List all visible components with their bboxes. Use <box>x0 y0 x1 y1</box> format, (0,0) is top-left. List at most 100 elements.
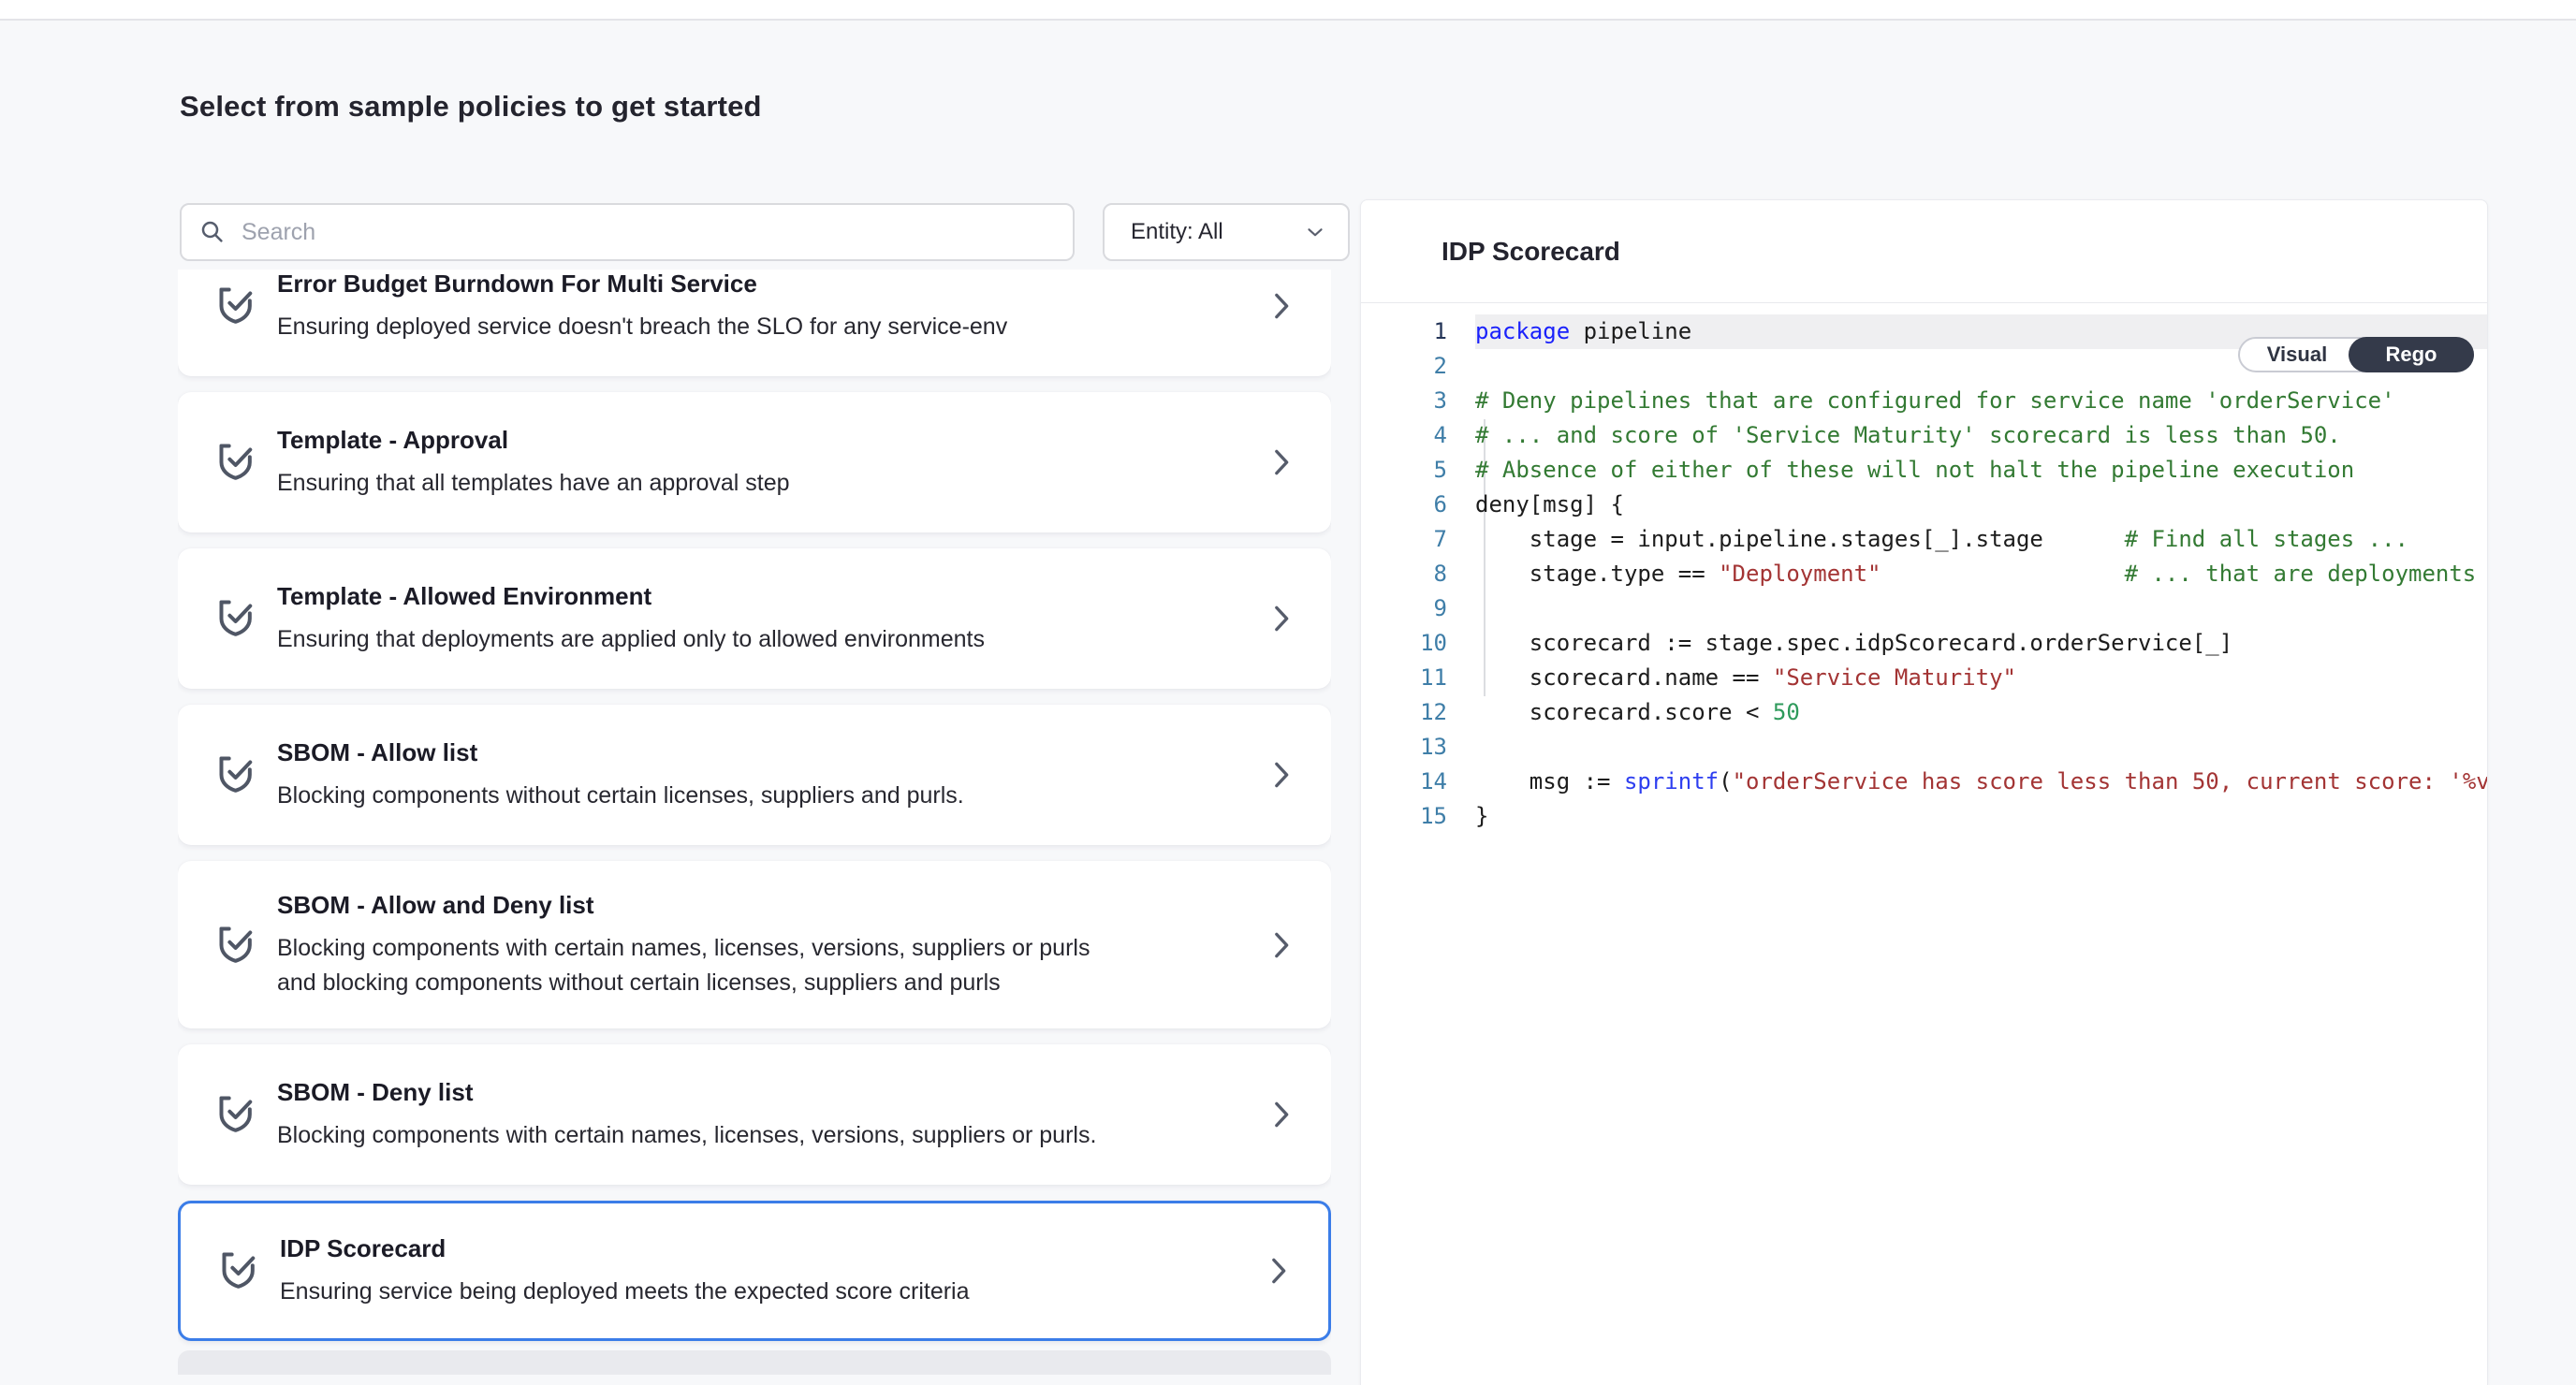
line-number: 12 <box>1361 695 1447 730</box>
code-token-plain: stage = input.pipeline.stages[_].stage <box>1475 526 2125 552</box>
code-line: 14 msg := sprintf("orderService has scor… <box>1361 765 2487 799</box>
code-token-comment: # ... and score of 'Service Maturity' sc… <box>1475 422 2341 448</box>
code-text: deny[msg] { <box>1475 488 2487 522</box>
policy-description: Blocking components without certain lice… <box>277 779 964 813</box>
code-token-plain: scorecard.name == <box>1475 664 1773 691</box>
code-editor[interactable]: 1 package pipeline 2 3 # Deny pipelines … <box>1361 303 2487 834</box>
code-token-plain: msg := <box>1475 768 1624 795</box>
search-box[interactable] <box>180 203 1075 261</box>
code-line: 9 <box>1361 591 2487 626</box>
detail-panel-title: IDP Scorecard <box>1442 237 1620 267</box>
policy-card[interactable]: Template - Allowed Environment Ensuring … <box>178 548 1331 689</box>
line-number: 8 <box>1361 557 1447 591</box>
code-text: } <box>1475 799 2487 834</box>
policy-card-text: Error Budget Burndown For Multi Service … <box>277 270 1007 344</box>
code-text: scorecard.score < 50 <box>1475 695 2487 730</box>
toggle-option-visual[interactable]: Visual <box>2240 337 2354 372</box>
policy-card[interactable]: SBOM - Allow and Deny list Blocking comp… <box>178 861 1331 1028</box>
detail-panel-header: IDP Scorecard <box>1361 200 2487 303</box>
line-number: 1 <box>1361 314 1447 349</box>
code-text: stage = input.pipeline.stages[_].stage #… <box>1475 522 2487 557</box>
code-text: stage.type == "Deployment" # ... that ar… <box>1475 557 2487 591</box>
code-token-number: 50 <box>1773 699 1800 725</box>
policy-card-text: SBOM - Allow and Deny list Blocking comp… <box>277 889 1101 1000</box>
policy-card-text: Template - Approval Ensuring that all te… <box>277 424 790 501</box>
line-number: 10 <box>1361 626 1447 661</box>
shield-check-icon <box>212 592 264 645</box>
toggle-option-rego[interactable]: Rego <box>2349 337 2474 372</box>
search-icon <box>198 218 227 246</box>
code-text: scorecard.name == "Service Maturity" <box>1475 661 2487 695</box>
code-text <box>1475 730 2487 765</box>
policy-card-text: SBOM - Deny list Blocking components wit… <box>277 1076 1096 1153</box>
shield-check-icon <box>212 280 264 332</box>
code-token-string: "Service Maturity" <box>1773 664 2016 691</box>
code-text <box>1475 591 2487 626</box>
line-number: 4 <box>1361 418 1447 453</box>
policy-card[interactable]: IDP Scorecard Ensuring service being dep… <box>178 1201 1331 1341</box>
chevron-right-icon <box>1262 600 1299 637</box>
policy-description: Ensuring that deployments are applied on… <box>277 622 985 657</box>
code-token-string: "Deployment" <box>1719 561 1881 587</box>
code-line: 12 scorecard.score < 50 <box>1361 695 2487 730</box>
policy-title: SBOM - Allow and Deny list <box>277 889 1101 921</box>
code-token-plain: scorecard := stage.spec.idpScorecard.ord… <box>1475 630 2232 656</box>
code-line: 13 <box>1361 730 2487 765</box>
chevron-right-icon <box>1262 756 1299 794</box>
line-number: 9 <box>1361 591 1447 626</box>
policy-title: Error Budget Burndown For Multi Service <box>277 270 1007 299</box>
policy-card[interactable]: Template - Approval Ensuring that all te… <box>178 392 1331 532</box>
line-number: 6 <box>1361 488 1447 522</box>
policy-description: Blocking components with certain names, … <box>277 931 1101 1000</box>
next-card-peek <box>178 1350 1331 1375</box>
view-mode-toggle[interactable]: Visual Rego <box>2238 337 2474 372</box>
page-title: Select from sample policies to get start… <box>180 90 762 124</box>
code-token-comment: # Deny pipelines that are configured for… <box>1475 387 2395 414</box>
policy-card[interactable]: SBOM - Allow list Blocking components wi… <box>178 705 1331 845</box>
code-line: 5 # Absence of either of these will not … <box>1361 453 2487 488</box>
code-line: 11 scorecard.name == "Service Maturity" <box>1361 661 2487 695</box>
line-number: 3 <box>1361 384 1447 418</box>
code-text: # Absence of either of these will not ha… <box>1475 453 2487 488</box>
policy-card[interactable]: Error Budget Burndown For Multi Service … <box>178 270 1331 376</box>
policy-title: Template - Allowed Environment <box>277 580 985 612</box>
code-token-plain: deny[msg] { <box>1475 491 1624 518</box>
policy-description: Ensuring that all templates have an appr… <box>277 466 790 501</box>
code-text: # Deny pipelines that are configured for… <box>1475 384 2487 418</box>
entity-filter-dropdown[interactable]: Entity: All <box>1103 203 1350 261</box>
code-token-keyword: package <box>1475 318 1570 344</box>
policy-card[interactable]: SBOM - Deny list Blocking components wit… <box>178 1044 1331 1185</box>
entity-filter-label: Entity: All <box>1131 219 1223 245</box>
code-token-comment: # Find all stages ... <box>2125 526 2408 552</box>
line-number: 15 <box>1361 799 1447 834</box>
line-number: 5 <box>1361 453 1447 488</box>
code-line: 3 # Deny pipelines that are configured f… <box>1361 384 2487 418</box>
line-number: 14 <box>1361 765 1447 799</box>
policy-list-viewport: Error Budget Burndown For Multi Service … <box>178 270 1331 1385</box>
policy-title: Template - Approval <box>277 424 790 456</box>
chevron-right-icon <box>1259 1252 1296 1290</box>
chevron-down-icon <box>1303 220 1327 244</box>
search-input[interactable] <box>242 219 1056 246</box>
code-text: # ... and score of 'Service Maturity' sc… <box>1475 418 2487 453</box>
policy-title: IDP Scorecard <box>280 1232 970 1264</box>
code-line: 10 scorecard := stage.spec.idpScorecard.… <box>1361 626 2487 661</box>
line-number: 7 <box>1361 522 1447 557</box>
shield-check-icon <box>212 749 264 801</box>
code-token-function: sprintf <box>1624 768 1719 795</box>
line-number: 2 <box>1361 349 1447 384</box>
code-line: 15 } <box>1361 799 2487 834</box>
code-token-plain: ( <box>1719 768 1732 795</box>
chevron-right-icon <box>1262 287 1299 325</box>
code-line: 4 # ... and score of 'Service Maturity' … <box>1361 418 2487 453</box>
line-number: 13 <box>1361 730 1447 765</box>
code-token-plain: } <box>1475 803 1488 829</box>
code-token-plain: pipeline <box>1570 318 1691 344</box>
policy-title: SBOM - Deny list <box>277 1076 1096 1108</box>
line-number: 11 <box>1361 661 1447 695</box>
chevron-right-icon <box>1262 926 1299 964</box>
policy-list: Error Budget Burndown For Multi Service … <box>178 270 1331 1375</box>
code-token-plain: stage.type == <box>1475 561 1719 587</box>
policy-card-text: Template - Allowed Environment Ensuring … <box>277 580 985 657</box>
code-token-plain <box>1881 561 2124 587</box>
